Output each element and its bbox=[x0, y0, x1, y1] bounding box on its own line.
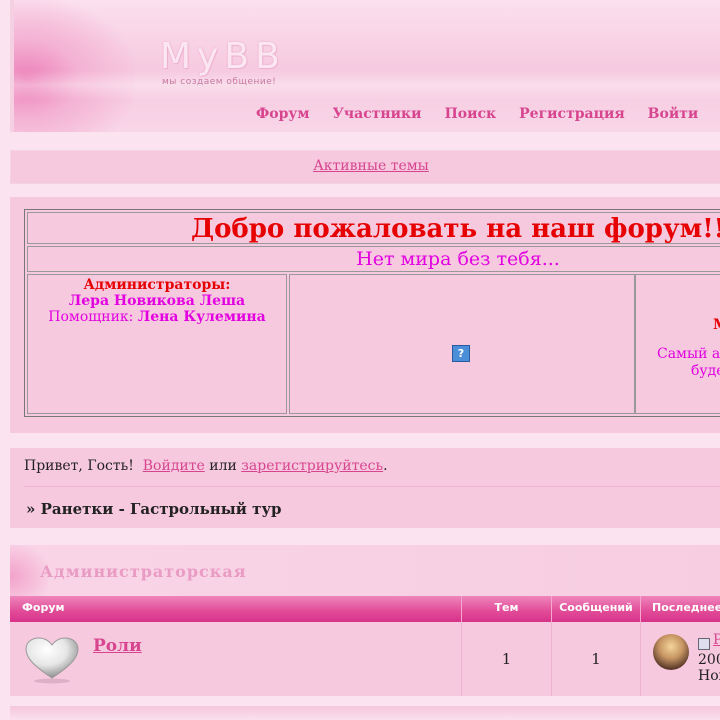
nav-login[interactable]: Войти bbox=[648, 106, 699, 122]
posts-cell: 1 bbox=[552, 622, 641, 696]
last-post-cell: Р 200 Нон bbox=[641, 622, 720, 696]
greeting: Привет, Гость! Войдите или зарегистрируй… bbox=[24, 458, 388, 474]
logo-tagline: мы создаем общение! bbox=[162, 77, 277, 87]
nav-search[interactable]: Поиск bbox=[445, 106, 497, 122]
right-info-cell: М Самый ан буде bbox=[635, 274, 720, 414]
right-line-2: Самый ан bbox=[657, 346, 720, 362]
welcome-subtitle: Нет мира без тебя... bbox=[356, 248, 560, 270]
col-last-post: Последнее bbox=[652, 601, 720, 614]
topics-count: 1 bbox=[501, 650, 512, 668]
admins-cell: Администраторы: Лера Новикова Леша Помощ… bbox=[27, 274, 287, 414]
header-streak bbox=[14, 70, 720, 100]
nav-forum[interactable]: Форум bbox=[256, 106, 310, 122]
last-post-author: Нон bbox=[698, 668, 720, 684]
helper-line: Помощник: Лена Кулемина bbox=[28, 309, 286, 325]
posts-count: 1 bbox=[591, 650, 601, 668]
col-topics: Тем bbox=[462, 596, 552, 622]
col-forum: Форум bbox=[10, 596, 462, 622]
greeting-or: или bbox=[209, 458, 237, 474]
category-header: Администраторская bbox=[10, 545, 720, 597]
question-mark-icon: ? bbox=[452, 345, 470, 362]
welcome-title-cell: Добро пожаловать на наш форум!! bbox=[27, 212, 720, 244]
breadcrumb: » Ранетки - Гастрольный тур bbox=[26, 500, 282, 518]
col-posts: Сообщений bbox=[552, 596, 641, 622]
register-link[interactable]: зарегистрируйтесь bbox=[241, 458, 383, 474]
welcome-table: Добро пожаловать на наш форум!! Нет мира… bbox=[24, 209, 720, 417]
forum-table-header: Форум Тем Сообщений Последнее bbox=[10, 596, 720, 622]
forum-cell: Роли bbox=[10, 622, 462, 696]
admins-label: Администраторы: bbox=[83, 277, 231, 293]
login-link[interactable]: Войдите bbox=[143, 458, 205, 474]
helper-label: Помощник: bbox=[48, 309, 134, 325]
topics-cell: 1 bbox=[462, 622, 552, 696]
active-topics-link[interactable]: Активные темы bbox=[313, 158, 429, 174]
avatar[interactable] bbox=[653, 634, 689, 670]
welcome-title: Добро пожаловать на наш форум!! bbox=[190, 214, 720, 244]
logo-title[interactable]: MyBB bbox=[160, 36, 286, 77]
welcome-panel: Добро пожаловать на наш форум!! Нет мира… bbox=[10, 197, 720, 433]
right-line-1: М bbox=[713, 317, 720, 333]
header-glow bbox=[14, 0, 134, 132]
nav-register[interactable]: Регистрация bbox=[519, 106, 625, 122]
active-topics-bar: Активные темы bbox=[10, 150, 720, 184]
category-title: Администраторская bbox=[40, 562, 247, 581]
main-nav: Форум Участники Поиск Регистрация Войти bbox=[256, 106, 698, 122]
admins-names: Лера Новикова Леша bbox=[68, 293, 246, 309]
heart-icon bbox=[25, 637, 79, 684]
right-line-3: буде bbox=[691, 363, 720, 379]
greeting-prefix: Привет, Гость! bbox=[24, 458, 134, 474]
forum-row: Роли 1 1 Р 200 Нон bbox=[10, 622, 720, 696]
post-icon bbox=[698, 638, 710, 650]
last-post-date: 200 bbox=[698, 652, 720, 668]
greeting-suffix: . bbox=[383, 458, 388, 474]
helper-name: Лена Кулемина bbox=[137, 309, 266, 325]
divider bbox=[24, 486, 720, 487]
nav-members[interactable]: Участники bbox=[333, 106, 422, 122]
forum-link[interactable]: Роли bbox=[93, 636, 142, 656]
last-post-link[interactable]: Р bbox=[713, 632, 720, 648]
next-category-strip bbox=[10, 706, 720, 720]
site-header: MyBB мы создаем общение! Форум Участники… bbox=[10, 0, 720, 132]
image-cell: ? bbox=[289, 274, 635, 414]
greeting-panel: Привет, Гость! Войдите или зарегистрируй… bbox=[10, 448, 720, 528]
welcome-subtitle-cell: Нет мира без тебя... bbox=[27, 246, 720, 272]
